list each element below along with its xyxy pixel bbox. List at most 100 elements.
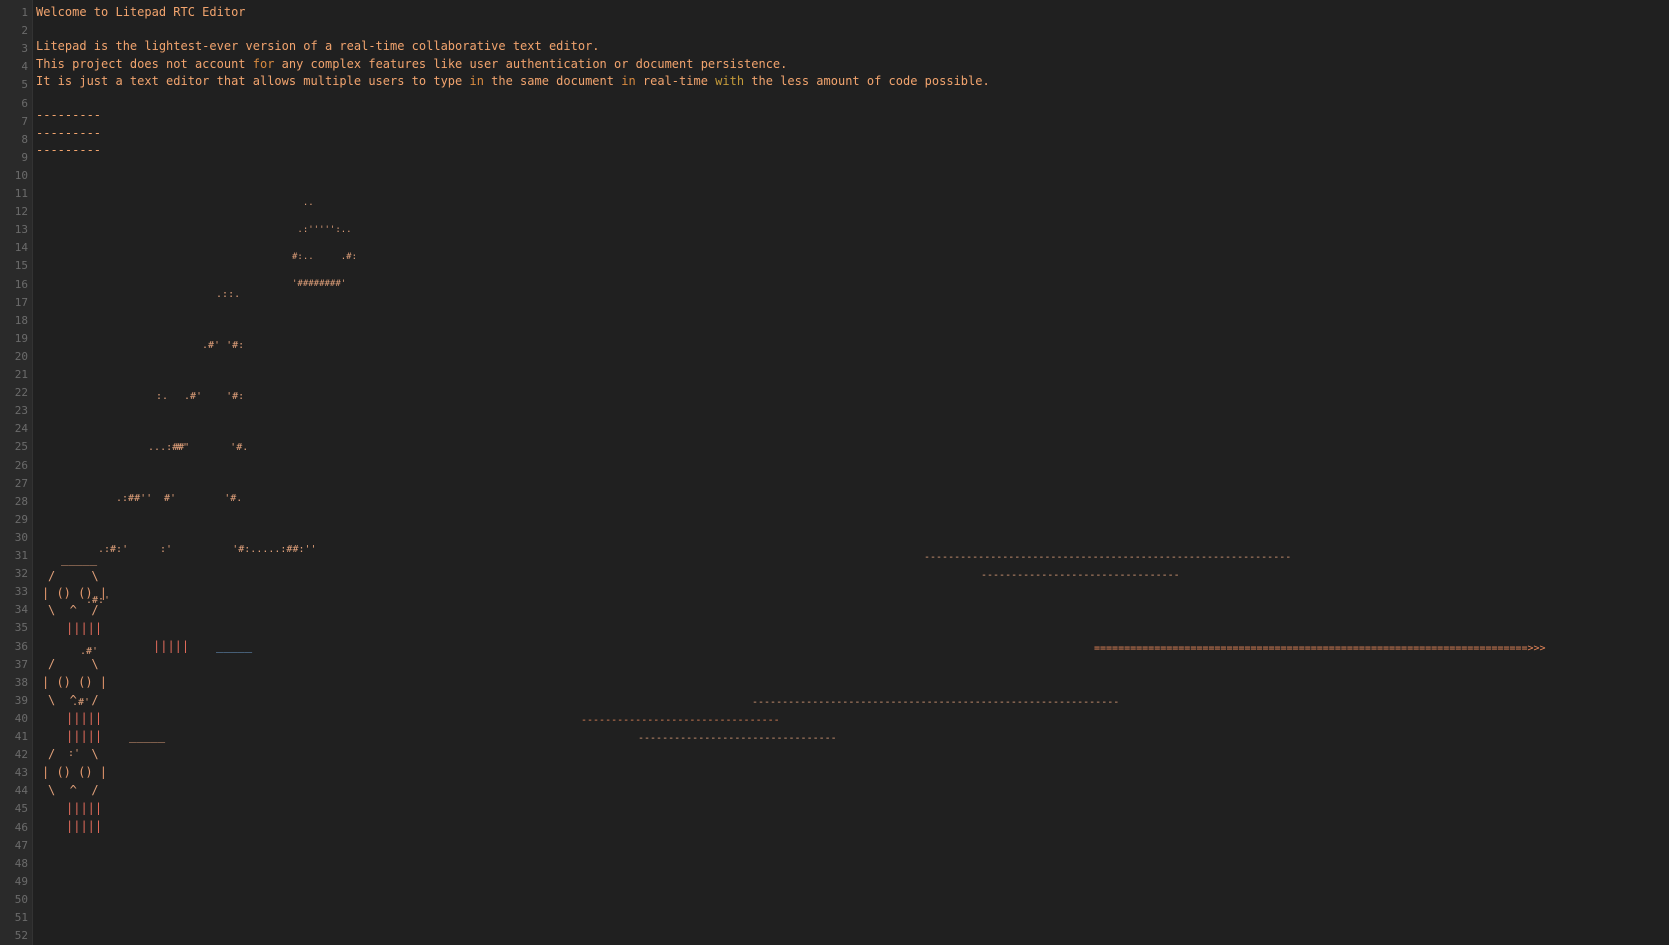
dash-line-32: --------------------------------- xyxy=(981,570,1180,581)
drawing-row: .#' '#: xyxy=(196,340,245,351)
line-5-text-b: the same document xyxy=(483,74,622,88)
robot-1-mouth: \ ^ / xyxy=(48,603,99,617)
line-number: 20 xyxy=(14,349,28,363)
line-number: 17 xyxy=(14,295,28,309)
robot-2-mouth: \ ^ / xyxy=(48,693,99,707)
stray-bars: ||||| xyxy=(153,639,190,653)
line-5-text-d: the less amount of code possible. xyxy=(744,74,990,88)
line-number: 12 xyxy=(14,205,28,219)
robot-3-eyes: | () () | xyxy=(42,765,108,779)
line-number: 25 xyxy=(14,440,28,454)
dash-line-39: ----------------------------------------… xyxy=(752,697,1120,708)
robot-1-eyes: | () () | xyxy=(42,586,108,600)
line-number: 7 xyxy=(21,114,28,128)
line-9[interactable]: --------- xyxy=(36,141,101,159)
line-number: 48 xyxy=(14,856,28,870)
line-number: 34 xyxy=(14,603,28,617)
line-number: 47 xyxy=(14,838,28,852)
dash-line-41: --------------------------------- xyxy=(638,733,837,744)
keyword-in: in xyxy=(621,74,636,88)
drawing-row: .:##'' xyxy=(110,493,153,504)
editor-window[interactable]: 1 2 3 4 5 6 7 8 9 10 11 12 13 14 15 16 17 18 19 20 21 22 23 24 2… xyxy=(0,0,1669,945)
keyword-with: with xyxy=(715,74,745,88)
line-number: 29 xyxy=(14,512,28,526)
line-number: 26 xyxy=(14,458,28,472)
line-number: 3 xyxy=(21,42,28,56)
line-5-text-c: real-time xyxy=(635,74,716,88)
underline-2: _____ xyxy=(129,729,166,743)
line-number: 33 xyxy=(14,585,28,599)
robot-3-teeth: ||||| xyxy=(66,819,103,833)
line-4-text-a: This project does not account xyxy=(36,57,253,71)
line-number: 22 xyxy=(14,386,28,400)
line-number: 42 xyxy=(14,748,28,762)
line-5-text-a: It is just a text editor that allows mul… xyxy=(36,74,470,88)
line-number: 10 xyxy=(14,168,28,182)
drawing-row: .:''''':.. xyxy=(292,225,352,235)
robot-top-cap: _____ xyxy=(61,552,98,566)
line-number: 24 xyxy=(14,422,28,436)
line-number: 16 xyxy=(14,277,28,291)
line-number: 30 xyxy=(14,530,28,544)
line-3[interactable]: Litepad is the lightest-ever version of … xyxy=(36,37,600,55)
line-number: 52 xyxy=(14,929,28,943)
line-number: 6 xyxy=(21,96,28,110)
line-number: 49 xyxy=(14,874,28,888)
robot-2-teeth: ||||| xyxy=(66,729,103,743)
robot-2-brow: / \ xyxy=(48,657,99,671)
welcome-text: Welcome to Litepad RTC Editor xyxy=(36,5,246,19)
line-number: 40 xyxy=(14,711,28,725)
line-7[interactable]: --------- xyxy=(36,106,101,124)
robot-2-teeth: ||||| xyxy=(66,711,103,725)
robot-2-eyes: | () () | xyxy=(42,675,108,689)
line-number: 5 xyxy=(21,78,28,92)
line-number: 13 xyxy=(14,223,28,237)
line-number-gutter: 1 2 3 4 5 6 7 8 9 10 11 12 13 14 15 16 17 18 19 20 21 22 23 24 2… xyxy=(0,0,33,945)
line-8[interactable]: --------- xyxy=(36,124,101,142)
line-number: 36 xyxy=(14,639,28,653)
line-number: 31 xyxy=(14,549,28,562)
drawing-row: ...:##' xyxy=(136,442,191,453)
line-number: 4 xyxy=(21,60,28,74)
line-number: 28 xyxy=(14,494,28,508)
dash-line-40: --------------------------------- xyxy=(581,715,780,726)
robot-1-teeth: ||||| xyxy=(66,621,103,635)
line-number: 35 xyxy=(14,621,28,635)
drawing-row: :. xyxy=(156,391,169,402)
line-number: 9 xyxy=(21,150,28,164)
line-number: 23 xyxy=(14,404,28,418)
keyword-for: for xyxy=(252,57,275,71)
line-number: 1 xyxy=(21,6,28,19)
line-number: 32 xyxy=(14,567,28,581)
line-number: 51 xyxy=(14,911,28,924)
line-number: 2 xyxy=(21,24,28,38)
arrow-line-36: ========================================… xyxy=(1094,643,1546,654)
line-number: 43 xyxy=(14,766,28,780)
line-number: 21 xyxy=(14,368,28,381)
robot-3-brow: / \ xyxy=(48,747,99,761)
robot-3-mouth: \ ^ / xyxy=(48,783,99,797)
line-number: 39 xyxy=(14,693,28,707)
line-number: 15 xyxy=(14,259,28,273)
text-area[interactable]: Welcome to Litepad RTC Editor Litepad is… xyxy=(36,0,1669,945)
line-1[interactable]: Welcome to Litepad RTC Editor xyxy=(36,3,246,21)
intro-text: Litepad is the lightest-ever version of … xyxy=(36,39,600,53)
underline-1: _____ xyxy=(216,639,253,653)
dash-line-31: ----------------------------------------… xyxy=(924,552,1292,563)
line-4[interactable]: This project does not account for any co… xyxy=(36,55,787,73)
line-number: 14 xyxy=(14,241,28,255)
line-number: 11 xyxy=(14,187,28,200)
line-number: 41 xyxy=(14,730,28,743)
line-number: 27 xyxy=(14,476,28,490)
line-number: 8 xyxy=(21,132,28,146)
line-number: 18 xyxy=(14,313,28,327)
line-number: 19 xyxy=(14,331,28,345)
robot-1-brow: / \ xyxy=(48,569,99,583)
keyword-in: in xyxy=(469,74,484,88)
line-4-text-b: any complex features like user authentic… xyxy=(274,57,788,71)
line-5[interactable]: It is just a text editor that allows mul… xyxy=(36,72,990,90)
drawing-row: .::. xyxy=(204,289,241,300)
robot-3-teeth: ||||| xyxy=(66,801,103,815)
line-number: 50 xyxy=(14,892,28,906)
line-number: 45 xyxy=(14,802,28,816)
